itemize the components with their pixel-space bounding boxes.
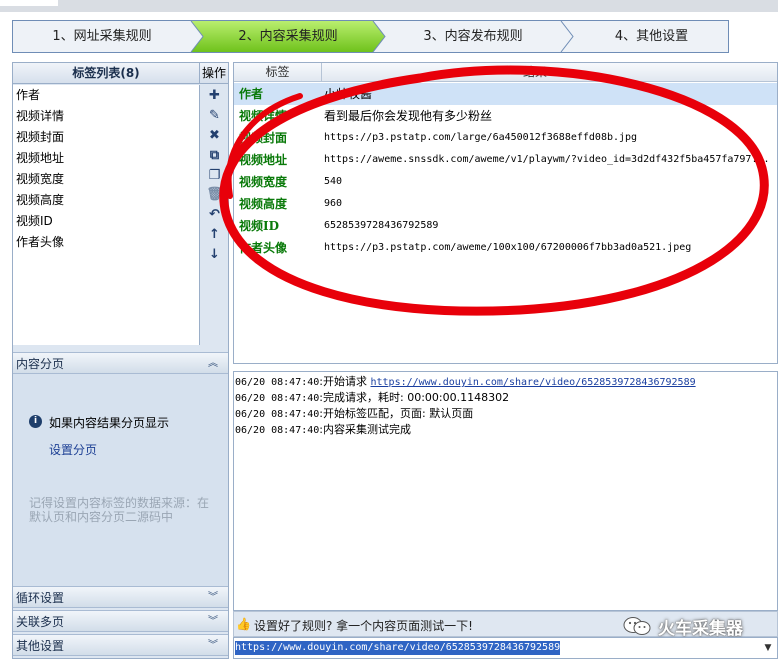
step-url-rules[interactable]: 1、网址采集规则 — [13, 21, 191, 52]
row-value: https://aweme.snssdk.com/aweme/v1/playwm… — [324, 154, 770, 165]
result-grid: 标签 结果 作者 小帅牧酱 视频详情 看到最后你会发现他有多少粉丝 视频封面 h… — [233, 62, 778, 364]
test-url-value: https://www.douyin.com/share/video/65285… — [235, 641, 561, 655]
loop-settings-header[interactable]: 循环设置 ︾ — [13, 586, 228, 608]
move-down-icon[interactable]: ↓ — [201, 246, 228, 264]
set-paging-link[interactable]: 设置分页 — [49, 441, 97, 458]
step-content-rules[interactable]: 2、内容采集规则 — [203, 21, 373, 52]
col-tag-header: 标签 — [234, 63, 322, 81]
add-icon[interactable]: ✚ — [201, 87, 228, 105]
table-row[interactable]: 视频宽度 540 — [234, 171, 777, 193]
related-pages-title: 关联多页 — [16, 615, 65, 629]
row-tag: 作者 — [239, 87, 264, 101]
row-value: 小帅牧酱 — [324, 87, 373, 101]
trash-icon[interactable]: 🗑 — [201, 186, 228, 204]
ops-toolbar: ✚ ✎ ✖ ⧉ ❐ 🗑 ↶ ↑ ↓ — [201, 85, 228, 345]
tag-item[interactable]: 视频地址 — [13, 148, 199, 169]
log-line: 06/20 08:47:40:开始标签匹配，页面: 默认页面 — [235, 407, 474, 420]
row-tag: 视频封面 — [239, 131, 288, 145]
row-value: 960 — [324, 198, 343, 209]
tag-item[interactable]: 视频封面 — [13, 127, 199, 148]
row-tag: 视频宽度 — [239, 175, 288, 189]
table-row[interactable]: 作者 小帅牧酱 — [234, 83, 777, 105]
wizard-steps: 1、网址采集规则 2、内容采集规则 3、内容发布规则 4、其他设置 — [12, 20, 729, 53]
other-settings-title: 其他设置 — [16, 639, 65, 653]
dropdown-arrow-icon[interactable]: ▼ — [760, 639, 776, 657]
brand-watermark: 火车采集器 — [622, 612, 772, 640]
paging-hint: 记得设置内容标签的数据来源：在默认页和内容分页二源码中 — [29, 496, 210, 524]
delete-icon[interactable]: ✖ — [201, 127, 228, 145]
copy-icon[interactable]: ⧉ — [201, 147, 228, 165]
tag-item[interactable]: 视频详情 — [13, 106, 199, 127]
table-row[interactable]: 视频封面 https://p3.pstatp.com/large/6a45001… — [234, 127, 777, 149]
row-value: https://p3.pstatp.com/aweme/100x100/6720… — [324, 242, 692, 253]
ops-title: 操作 — [200, 63, 228, 84]
related-pages-header[interactable]: 关联多页 ︾ — [13, 610, 228, 632]
left-panel: 标签列表(8) 操作 作者 视频详情 视频封面 视频地址 视频宽度 视频高度 视… — [12, 62, 229, 659]
row-tag: 视频ID — [239, 219, 280, 233]
row-tag: 视频地址 — [239, 153, 288, 167]
undo-icon[interactable]: ↶ — [201, 206, 228, 224]
tag-item[interactable]: 作者头像 — [13, 232, 199, 253]
row-value: https://p3.pstatp.com/large/6a450012f368… — [324, 132, 638, 143]
move-up-icon[interactable]: ↑ — [201, 226, 228, 244]
test-tip-text: 设置好了规则? 拿一个内容页面测试一下! — [254, 619, 473, 633]
log-line: 06/20 08:47:40:完成请求，耗时: 00:00:00.1148302 — [235, 391, 510, 404]
table-row[interactable]: 视频高度 960 — [234, 193, 777, 215]
thumbs-up-icon: 👍 — [236, 617, 251, 631]
row-value: 6528539728436792589 — [324, 220, 439, 231]
content-paging-title: 内容分页 — [16, 357, 65, 371]
row-tag: 视频详情 — [239, 109, 288, 123]
table-row[interactable]: 作者头像 https://p3.pstatp.com/aweme/100x100… — [234, 237, 777, 259]
tag-list: 作者 视频详情 视频封面 视频地址 视频宽度 视频高度 视频ID 作者头像 — [13, 85, 200, 345]
content-paging-panel: i 如果内容结果分页显示 设置分页 记得设置内容标签的数据来源：在默认页和内容分… — [13, 374, 228, 586]
log-request-url[interactable]: https://www.douyin.com/share/video/65285… — [371, 377, 696, 388]
brand-text: 火车采集器 — [658, 619, 743, 639]
chevron-down-icon: ︾ — [208, 616, 218, 627]
step-other-settings[interactable]: 4、其他设置 — [573, 21, 730, 52]
tag-item[interactable]: 作者 — [13, 85, 199, 106]
log-line: 06/20 08:47:40:内容采集测试完成 — [235, 423, 412, 436]
paging-info-text: 如果内容结果分页显示 — [49, 416, 170, 430]
top-strip — [0, 0, 778, 12]
log-line: 06/20 08:47:40:开始请求 https://www.douyin.c… — [235, 375, 696, 388]
col-result-header: 结果 — [523, 65, 548, 79]
paste-icon[interactable]: ❐ — [201, 167, 228, 185]
table-row[interactable]: 视频详情 看到最后你会发现他有多少粉丝 — [234, 105, 777, 127]
grid-header: 标签 结果 — [234, 63, 777, 82]
row-tag: 作者头像 — [239, 241, 288, 255]
tag-item[interactable]: 视频高度 — [13, 190, 199, 211]
loop-settings-title: 循环设置 — [16, 591, 65, 605]
tag-item[interactable]: 视频宽度 — [13, 169, 199, 190]
row-tag: 视频高度 — [239, 197, 288, 211]
row-value: 540 — [324, 176, 343, 187]
wechat-icon — [623, 617, 651, 635]
tag-list-title: 标签列表(8) — [13, 63, 200, 84]
chevron-up-icon: ︽ — [208, 358, 218, 369]
step-publish-rules[interactable]: 3、内容发布规则 — [385, 21, 561, 52]
test-url-input[interactable]: https://www.douyin.com/share/video/65285… — [233, 637, 778, 659]
table-row[interactable]: 视频地址 https://aweme.snssdk.com/aweme/v1/p… — [234, 149, 777, 171]
table-row[interactable]: 视频ID 6528539728436792589 — [234, 215, 777, 237]
chevron-down-icon: ︾ — [208, 640, 218, 651]
chevron-down-icon: ︾ — [208, 592, 218, 603]
content-paging-header[interactable]: 内容分页 ︽ — [13, 352, 228, 374]
tag-item[interactable]: 视频ID — [13, 211, 199, 232]
log-panel: 06/20 08:47:40:开始请求 https://www.douyin.c… — [233, 371, 778, 611]
row-value: 看到最后你会发现他有多少粉丝 — [324, 109, 493, 123]
other-settings-header[interactable]: 其他设置 ︾ — [13, 634, 228, 656]
edit-icon[interactable]: ✎ — [201, 107, 228, 125]
info-icon: i — [29, 415, 42, 428]
